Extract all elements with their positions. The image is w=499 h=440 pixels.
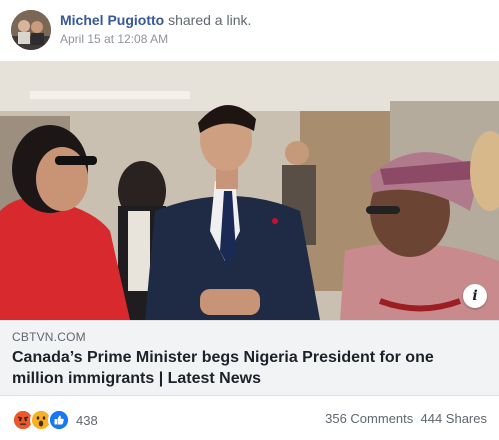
like-icon: [48, 409, 70, 431]
reaction-count: 438: [76, 412, 98, 428]
info-icon[interactable]: i: [463, 284, 487, 308]
reactions-summary[interactable]: 438: [12, 409, 98, 431]
author-name-link[interactable]: Michel Pugiotto: [60, 12, 164, 28]
link-preview-image[interactable]: i: [0, 61, 499, 320]
link-domain: CBTVN.COM: [12, 330, 86, 344]
post-action-text: shared a link.: [168, 12, 252, 28]
post-header: Michel Pugiotto shared a link. April 15 …: [0, 0, 499, 60]
engagement-stats: 356 Comments 444 Shares: [325, 411, 487, 426]
link-title[interactable]: Canada’s Prime Minister begs Nigeria Pre…: [12, 347, 482, 389]
shares-count-link[interactable]: 444 Shares: [421, 411, 488, 426]
post-timestamp[interactable]: April 15 at 12:08 AM: [60, 32, 168, 46]
link-preview-card[interactable]: CBTVN.COM Canada’s Prime Minister begs N…: [0, 320, 499, 396]
author-avatar[interactable]: [11, 10, 51, 50]
author-line: Michel Pugiotto shared a link.: [60, 12, 251, 28]
comments-count-link[interactable]: 356 Comments: [325, 411, 413, 426]
post-footer: 438 356 Comments 444 Shares: [0, 396, 499, 440]
